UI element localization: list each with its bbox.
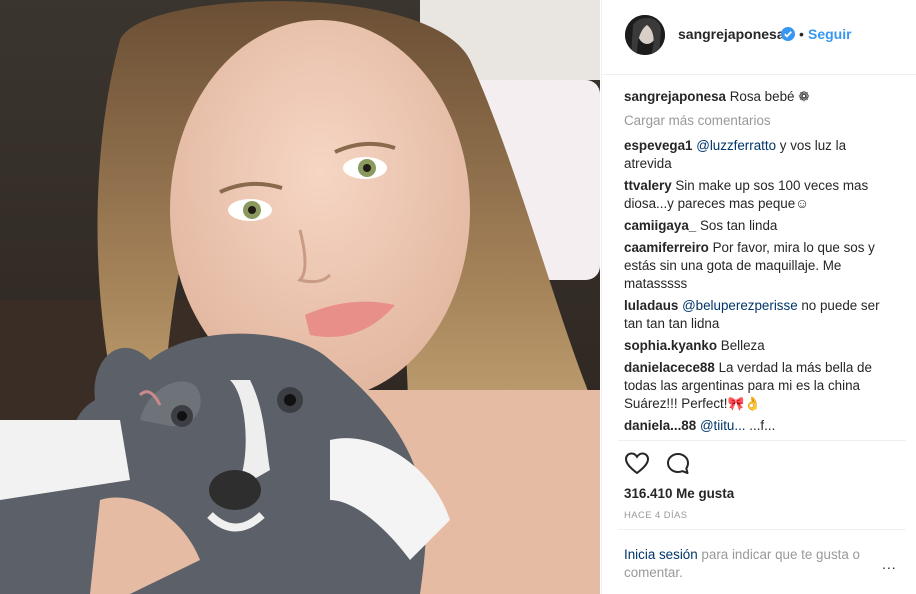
post-photo[interactable] (0, 0, 600, 594)
actions-divider (618, 440, 906, 441)
comment-item: danielacece88 La verdad la más bella de … (624, 359, 894, 413)
load-more-comments-button[interactable]: Cargar más comentarios (624, 112, 894, 130)
post-timestamp: HACE 4 DÍAS (624, 510, 688, 521)
comment-username[interactable]: daniela...88 (624, 418, 696, 433)
comment-bubble-icon[interactable] (665, 451, 691, 477)
comment-mention[interactable]: @tiitu... (700, 418, 746, 433)
comment-username[interactable]: luladaus (624, 298, 678, 313)
comments-list[interactable]: sangrejaponesa Rosa bebé ❁ Cargar más co… (624, 88, 894, 440)
comment-item: daniela...88 @tiitu... ...f... (624, 417, 894, 435)
comment-username[interactable]: ttvalery (624, 178, 672, 193)
post-username[interactable]: sangrejaponesa (678, 26, 785, 42)
caption-username[interactable]: sangrejaponesa (624, 89, 726, 104)
heart-icon[interactable] (624, 451, 650, 477)
likes-count[interactable]: 316.410 Me gusta (624, 486, 734, 501)
login-link[interactable]: Inicia sesión (624, 547, 698, 562)
comment-item: sophia.kyanko Belleza (624, 337, 894, 355)
comment-username[interactable]: danielacece88 (624, 360, 715, 375)
comment-item: espevega1 @luzzferratto y vos luz la atr… (624, 137, 894, 173)
avatar-image (625, 15, 665, 55)
post-header: sangrejaponesa • Seguir (602, 0, 916, 75)
avatar[interactable] (625, 15, 665, 55)
comment-username[interactable]: sophia.kyanko (624, 338, 717, 353)
login-prompt: Inicia sesión para indicar que te gusta … (624, 546, 884, 582)
caption-text: Rosa bebé ❁ (729, 89, 810, 104)
comment-item: camiigaya_ Sos tan linda (624, 217, 894, 235)
header-separator: • (799, 26, 804, 42)
comment-username[interactable]: caamiferreiro (624, 240, 709, 255)
comment-item: luladaus @beluperezperisse no puede ser … (624, 297, 894, 333)
comment-item: ttvalery Sin make up sos 100 veces mas d… (624, 177, 894, 213)
caption: sangrejaponesa Rosa bebé ❁ (624, 88, 894, 106)
comment-text: Belleza (720, 338, 765, 353)
comment-username[interactable]: espevega1 (624, 138, 693, 153)
comment-text: Sos tan linda (699, 218, 778, 233)
comment-item: caamiferreiro Por favor, mira lo que sos… (624, 239, 894, 293)
comment-username[interactable]: camiigaya_ (624, 218, 696, 233)
login-divider (618, 529, 906, 530)
comment-text: ...f... (745, 418, 776, 433)
follow-button[interactable]: Seguir (808, 26, 852, 42)
comment-mention[interactable]: @beluperezperisse (682, 298, 798, 313)
post-sidebar: sangrejaponesa • Seguir sangrejaponesa R… (601, 0, 916, 594)
verified-badge-icon (781, 27, 795, 41)
more-options-icon[interactable]: ... (882, 556, 897, 572)
comment-mention[interactable]: @luzzferratto (696, 138, 776, 153)
post-photo-illustration (0, 0, 600, 594)
